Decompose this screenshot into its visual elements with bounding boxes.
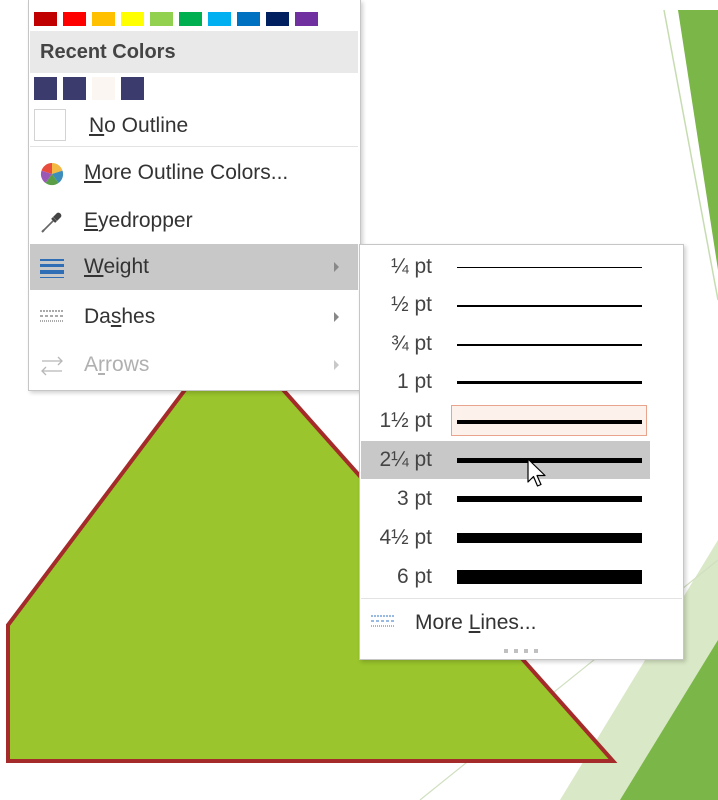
menu-separator	[30, 146, 358, 147]
resize-grip-icon[interactable]	[504, 649, 538, 653]
menu-item-label: More Outline Colors...	[84, 161, 289, 184]
weight-line-preview	[457, 570, 642, 584]
recent-color-swatch[interactable]	[92, 77, 115, 100]
weight-option-half-pt[interactable]: ½ pt	[361, 286, 650, 324]
weight-option-label: 2¼ pt	[379, 448, 432, 471]
weight-line-preview	[457, 496, 642, 502]
weight-option-label: ¾ pt	[391, 332, 432, 355]
weight-option-6-pt[interactable]: 6 pt	[361, 558, 650, 596]
cursor-pointer-icon	[527, 458, 546, 487]
menu-item-dashes[interactable]: Dashes	[30, 294, 358, 340]
color-wheel-icon	[40, 162, 64, 186]
color-swatch-yellow[interactable]	[121, 12, 144, 26]
weight-option-label: 4½ pt	[379, 526, 432, 549]
more-lines-icon	[371, 615, 395, 627]
weight-option-label: ¼ pt	[391, 255, 432, 278]
menu-item-label: No Outline	[89, 114, 189, 137]
weight-line-preview	[457, 458, 642, 463]
menu-item-eyedropper[interactable]: Eyedropper	[30, 198, 358, 244]
weight-lines-icon	[40, 259, 64, 278]
weight-option-label: ½ pt	[391, 293, 432, 316]
recent-color-swatch[interactable]	[121, 77, 144, 100]
menu-item-label: More Lines...	[415, 611, 537, 634]
submenu-arrow-icon	[334, 312, 339, 322]
weight-line-preview	[457, 381, 642, 384]
weight-option-3-pt[interactable]: 3 pt	[361, 480, 650, 518]
weight-option-label: 1 pt	[396, 370, 432, 393]
outline-dropdown-menu: Recent Colors No Outline More Outline Co…	[28, 0, 361, 391]
recent-colors-row	[34, 77, 150, 100]
submenu-arrow-icon	[334, 360, 339, 370]
weight-line-preview	[457, 305, 642, 307]
menu-item-label: Eyedropper	[84, 209, 193, 232]
menu-item-label: Arrows	[84, 353, 150, 376]
weight-line-preview	[457, 533, 642, 543]
submenu-arrow-icon	[334, 262, 339, 272]
recent-color-swatch[interactable]	[34, 77, 57, 100]
background-green-shape-top	[678, 10, 718, 270]
weight-option-label: 3 pt	[396, 487, 432, 510]
weight-submenu: ¼ pt ½ pt ¾ pt 1 pt 1½ pt 2¼ pt 3 pt 4½ …	[359, 244, 684, 660]
menu-separator	[361, 598, 682, 599]
menu-item-no-outline[interactable]: No Outline	[30, 103, 358, 149]
menu-item-arrows: Arrows	[30, 342, 358, 388]
color-swatch-red[interactable]	[63, 12, 86, 26]
weight-line-preview	[457, 420, 642, 424]
recent-color-swatch[interactable]	[63, 77, 86, 100]
weight-line-preview	[457, 267, 642, 268]
recent-colors-header: Recent Colors	[30, 31, 358, 73]
weight-option-quarter-pt[interactable]: ¼ pt	[361, 248, 650, 286]
color-swatch-purple[interactable]	[295, 12, 318, 26]
color-swatch-light-blue[interactable]	[208, 12, 231, 26]
weight-option-4-half-pt[interactable]: 4½ pt	[361, 519, 650, 557]
weight-line-preview	[457, 344, 642, 346]
weight-option-2-quarter-pt[interactable]: 2¼ pt	[361, 441, 650, 479]
arrows-icon	[41, 356, 63, 376]
weight-option-1-half-pt[interactable]: 1½ pt	[361, 402, 650, 440]
eyedropper-icon	[41, 212, 62, 233]
weight-option-1-pt[interactable]: 1 pt	[361, 363, 650, 401]
color-swatch-blue[interactable]	[237, 12, 260, 26]
menu-item-weight[interactable]: Weight	[30, 244, 358, 290]
menu-item-more-lines[interactable]: More Lines...	[361, 601, 682, 645]
menu-item-label: Weight	[84, 255, 149, 278]
color-swatch-orange[interactable]	[92, 12, 115, 26]
dashes-icon	[40, 310, 64, 322]
standard-colors-row	[34, 12, 324, 26]
menu-item-more-outline-colors[interactable]: More Outline Colors...	[30, 150, 358, 196]
color-swatch-dark-blue[interactable]	[266, 12, 289, 26]
menu-item-label: Dashes	[84, 305, 156, 328]
weight-option-three-quarter-pt[interactable]: ¾ pt	[361, 325, 650, 363]
color-swatch-dark-red[interactable]	[34, 12, 57, 26]
color-swatch-light-green[interactable]	[150, 12, 173, 26]
color-swatch-green[interactable]	[179, 12, 202, 26]
weight-option-label: 6 pt	[396, 565, 432, 588]
weight-option-label: 1½ pt	[379, 409, 432, 432]
